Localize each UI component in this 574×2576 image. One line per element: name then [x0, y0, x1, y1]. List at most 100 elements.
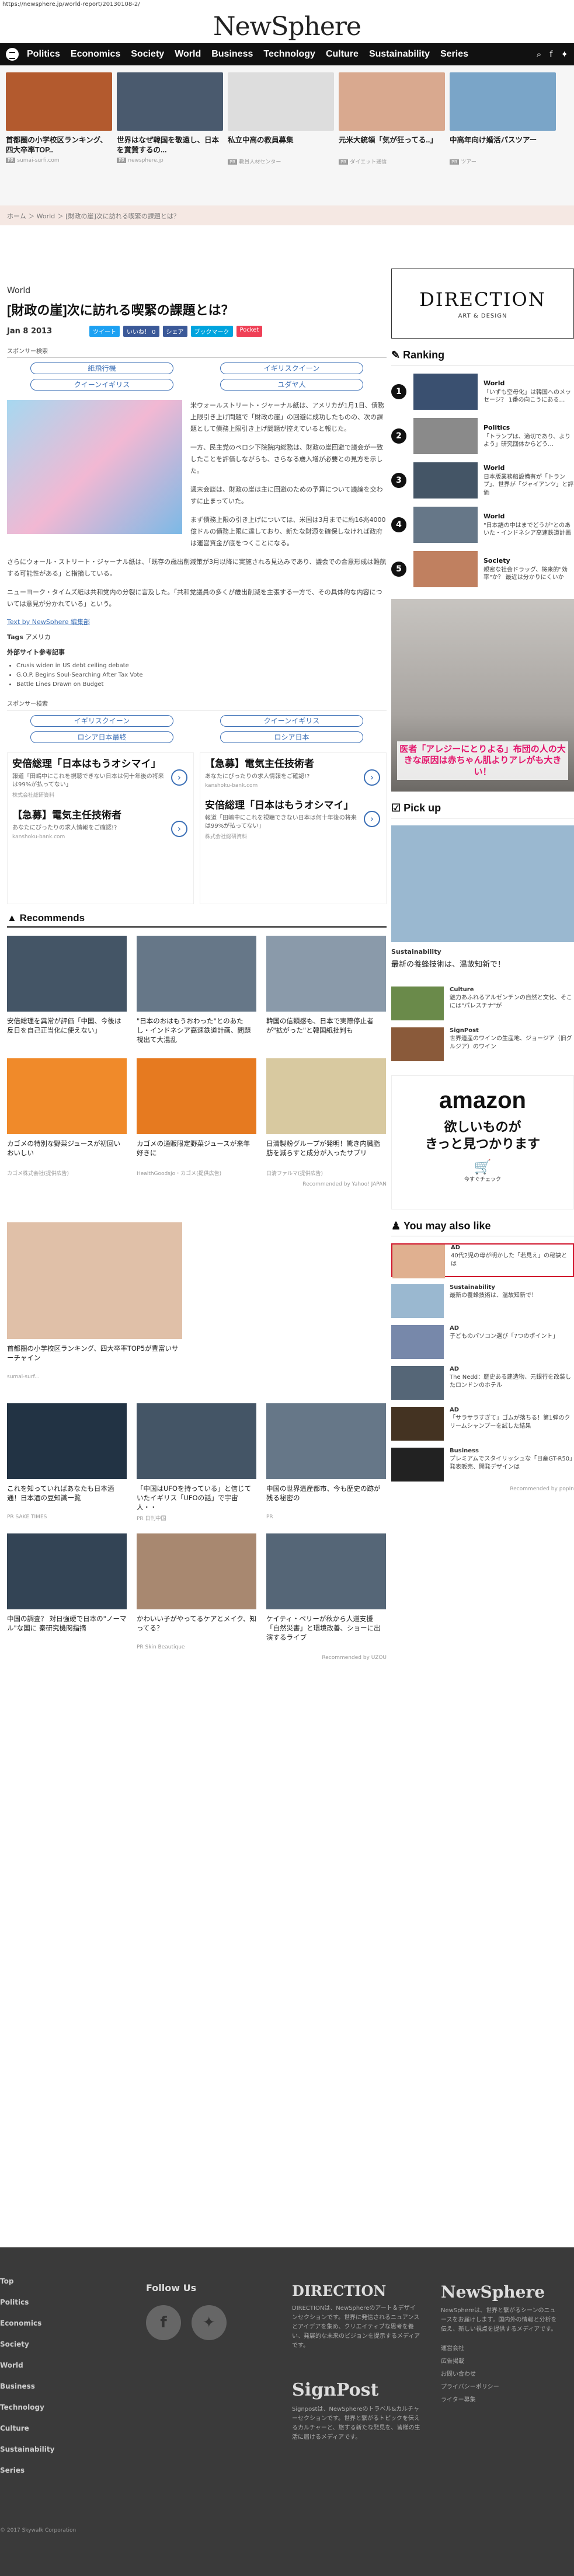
- sponsor-pill[interactable]: イギリスクイーン: [220, 362, 363, 374]
- recommend-item[interactable]: カゴメの通販限定野菜ジュースが来年好きに HealthGoodsJo・カゴメ(提供…: [137, 1058, 256, 1177]
- url-bar[interactable]: https://newsphere.jp/world-report/201301…: [0, 0, 574, 9]
- footer-link[interactable]: Society: [0, 2334, 54, 2355]
- twitter-icon[interactable]: ✦: [191, 2305, 227, 2340]
- strip-ad-item[interactable]: 首都圏の小学校区ランキング、四大卒率TOP.. PR sumai-surfi.com: [6, 72, 112, 198]
- recommend-item[interactable]: 日清製粉グループが発明！驚き内臓脂肪を減らすと成分が入ったサプリ 日清ファルマ(提…: [266, 1058, 386, 1177]
- like-button[interactable]: いいね！ 0: [123, 326, 159, 337]
- amazon-shop-link[interactable]: 今すぐチェック: [392, 1175, 573, 1183]
- recommend-item[interactable]: かわいい子がやってるケアとメイク、知ってる？ PR Skin Beautique: [137, 1533, 256, 1650]
- mini-item[interactable]: AD 40代2児の母が明かした「若見え」の秘訣とは: [391, 1243, 574, 1278]
- recommend-item[interactable]: "日本のおはもうおわった"とのあたし・インドネシア高速鉄道計画、問題視出て大混乱: [137, 936, 256, 1047]
- text-ad[interactable]: 安倍総理「日本はもうオシマイ」 報道「田嶋中にこれを視聴できない日本は何十年後の…: [205, 799, 381, 840]
- strip-ad-item[interactable]: 元米大統領「気が狂ってる..」 PR ダイエット通信: [339, 72, 445, 198]
- ranking-item[interactable]: 4 World "日本語の中はまでどうが"とのあいた・インドネシア高速鉄道計画: [391, 507, 574, 543]
- recommend-item[interactable]: これを知っていればあなたも日本酒通！日本酒の豆知識一覧 PR SAKE TIMES: [7, 1403, 127, 1522]
- nav-politics[interactable]: Politics: [27, 49, 60, 60]
- recommend-item[interactable]: 韓国の信頼感も、日本で実際停止者が"拡がった"と韓国紙批判も: [266, 936, 386, 1047]
- text-ad[interactable]: 安倍総理「日本はもうオシマイ」 報道「田嶋中にこれを視聴できない日本は何十年後の…: [12, 758, 189, 799]
- nav-series[interactable]: Series: [440, 49, 468, 60]
- amazon-ad[interactable]: amazon 欲しいものが きっと見つかります 🛒 今すぐチェック: [391, 1075, 574, 1209]
- mini-item[interactable]: SignPost 世界遺産のワインの生産地、ジョージア（旧グルジア）のワイン: [391, 1027, 574, 1061]
- strip-ad-source-text: 教員人材センター: [239, 159, 281, 165]
- recommend-item[interactable]: ケイティ・ペリーが秋から人道支援「自然災害」と環境改善、ショーに出演するライブ: [266, 1533, 386, 1650]
- sponsor-pill[interactable]: ロシア日本最終: [30, 731, 173, 743]
- chevron-right-icon[interactable]: ›: [364, 811, 380, 828]
- ranking-item[interactable]: 2 Politics 「トランプは、適切であり、よりよう」研究団体からどう…: [391, 418, 574, 454]
- ranking-item[interactable]: 1 World 「いずも空母化」は韓国へのメッセージ？ 1番の向こうにある…: [391, 374, 574, 410]
- sponsor-pill[interactable]: ロシア日本: [220, 731, 363, 743]
- ref-link[interactable]: Crusis widen in US debt ceiling debate: [16, 661, 387, 671]
- sponsor-pill[interactable]: クイーンイギリス: [30, 379, 173, 391]
- twitter-icon[interactable]: ✦: [561, 49, 568, 60]
- recommend-item[interactable]: 中国の世界遺産都市、今も歴史の跡が残る秘密の PR: [266, 1403, 386, 1522]
- facebook-icon[interactable]: f: [549, 49, 552, 60]
- nav-economics[interactable]: Economics: [71, 49, 120, 60]
- article-category[interactable]: World: [7, 286, 387, 295]
- single-recommend[interactable]: 首都圏の小学校区ランキング、四大卒率TOP5が豊富いサーチャイン sumai-s…: [7, 1222, 182, 1380]
- footer-ns-link[interactable]: お問い合わせ: [441, 2368, 558, 2381]
- footer-link[interactable]: Politics: [0, 2292, 54, 2313]
- site-logo[interactable]: NewSphere: [0, 9, 574, 43]
- ref-link[interactable]: G.O.P. Begins Soul-Searching After Tax V…: [16, 671, 387, 680]
- recommend-item[interactable]: カゴメの特別な野菜ジュースが初回いおいしい カゴメ株式会社(提供広告): [7, 1058, 127, 1177]
- nav-sustainability[interactable]: Sustainability: [369, 49, 430, 60]
- nav-business[interactable]: Business: [211, 49, 253, 60]
- ranking-title: "日本語の中はまでどうが"とのあいた・インドネシア高速鉄道計画: [483, 522, 571, 537]
- mini-item[interactable]: AD 「サラサラすぎて」ゴムが落ちる！第1弾のクリームシャンプーを試した結果: [391, 1407, 574, 1441]
- footer-ns-title[interactable]: NewSphere: [441, 2282, 558, 2302]
- footer-ns-link[interactable]: 運営会社: [441, 2343, 558, 2355]
- recommend-item[interactable]: 「中国はUFOを持っている」と信じていたイギリス「UFOの話」で宇宙人・・ PR …: [137, 1403, 256, 1522]
- strip-ad-item[interactable]: 私立中高の教員募集 PR 教員人材センター: [228, 72, 334, 198]
- recommend-item[interactable]: 中国の調査？ 対日強硬で日本の"ノーマル"な国に 秦研究機関指摘: [7, 1533, 127, 1650]
- search-icon[interactable]: ⌕: [537, 49, 541, 60]
- mini-item[interactable]: Business プレミアムでスタイリッシュな「日産GT-R50」発表販売、開発デ…: [391, 1448, 574, 1482]
- sponsor-pill[interactable]: イギリスクイーン: [30, 715, 173, 727]
- ranking-item[interactable]: 5 Society 親密な社会ドラッグ、将来的"効率"か？ 最近は分かりにくいか: [391, 551, 574, 587]
- footer-link[interactable]: Technology: [0, 2397, 54, 2418]
- footer-link[interactable]: Business: [0, 2376, 54, 2397]
- sponsor-pill[interactable]: 紙飛行機: [30, 362, 173, 374]
- sponsor-pill[interactable]: ユダヤ人: [220, 379, 363, 391]
- footer-direction-title[interactable]: DIRECTION: [292, 2282, 420, 2299]
- text-ad[interactable]: 【急募】電気主任技術者 あなたにぴったりの求人情報をご確認!? kanshoku…: [205, 758, 381, 789]
- mini-item[interactable]: Culture 魅力あふれるアルゼンチンの自然と文化、そこには"パレスチナ"が: [391, 987, 574, 1020]
- ranking-item[interactable]: 3 World 日本版業務船設備有が「トランプ」、世界が「ジャイアンツ」と評価: [391, 462, 574, 499]
- nav-culture[interactable]: Culture: [326, 49, 359, 60]
- footer-link[interactable]: Series: [0, 2460, 54, 2481]
- bookmark-button[interactable]: ブックマーク: [190, 326, 233, 337]
- strip-ad-item[interactable]: 中高年向け婚活パスツアー PR ツアー: [450, 72, 556, 198]
- footer-link[interactable]: Sustainability: [0, 2439, 54, 2460]
- recommend-item[interactable]: 安倍総理を異常が評価「中国、今後は反日を自己正当化に使えない」: [7, 936, 127, 1047]
- tweet-button[interactable]: ツイート: [89, 326, 120, 337]
- footer-link[interactable]: Economics: [0, 2313, 54, 2334]
- pickup-main[interactable]: Sustainability 最新の養蜂技術は、温故知新で！: [391, 825, 574, 969]
- mini-item[interactable]: AD The Nedd：歴史ある建造物、元銀行を改装したロンドンのホテル: [391, 1366, 574, 1400]
- facebook-icon[interactable]: f: [146, 2305, 181, 2340]
- nav-technology[interactable]: Technology: [263, 49, 315, 60]
- sponsor-pill[interactable]: クイーンイギリス: [220, 715, 363, 727]
- nav-world[interactable]: World: [175, 49, 201, 60]
- pocket-button[interactable]: Pocket: [236, 326, 263, 337]
- tag-link[interactable]: アメリカ: [25, 633, 50, 641]
- source-link[interactable]: Text by NewSphere 編集部: [7, 618, 90, 626]
- direction-banner[interactable]: DIRECTION ART & DESIGN: [391, 269, 574, 339]
- share-button[interactable]: シェア: [162, 326, 187, 337]
- mini-item[interactable]: Sustainability 最新の養蜂技術は、温故知新で！: [391, 1284, 574, 1318]
- menu-icon[interactable]: [6, 48, 19, 61]
- footer-ns-link[interactable]: ライター募集: [441, 2394, 558, 2407]
- ref-link[interactable]: Battle Lines Drawn on Budget: [16, 680, 387, 689]
- text-ad[interactable]: 【急募】電気主任技術者 あなたにぴったりの求人情報をご確認!? kanshoku…: [12, 809, 189, 840]
- chevron-right-icon[interactable]: ›: [364, 769, 380, 786]
- chevron-right-icon[interactable]: ›: [171, 821, 187, 838]
- footer-ns-link[interactable]: 広告掲載: [441, 2355, 558, 2368]
- sidebar-image-ad[interactable]: 医者「アレジーにとりよる」布団の人の大きな原因は赤ちゃん肌よりアレがも大きい！: [391, 599, 574, 792]
- footer-ns-link[interactable]: プライバシーポリシー: [441, 2381, 558, 2394]
- mini-item[interactable]: AD 子どものパソコン選び「7つのポイント」: [391, 1325, 574, 1359]
- chevron-right-icon[interactable]: ›: [171, 769, 187, 786]
- strip-ad-item[interactable]: 世界はなぜ韓国を敬遠し、日本を賞賛するの... PR newsphere.jp: [117, 72, 223, 198]
- footer-link[interactable]: Culture: [0, 2418, 54, 2439]
- footer-link[interactable]: World: [0, 2355, 54, 2376]
- footer-link[interactable]: Top: [0, 2271, 54, 2292]
- nav-society[interactable]: Society: [131, 49, 164, 60]
- footer-signpost-title[interactable]: SignPost: [292, 2380, 420, 2400]
